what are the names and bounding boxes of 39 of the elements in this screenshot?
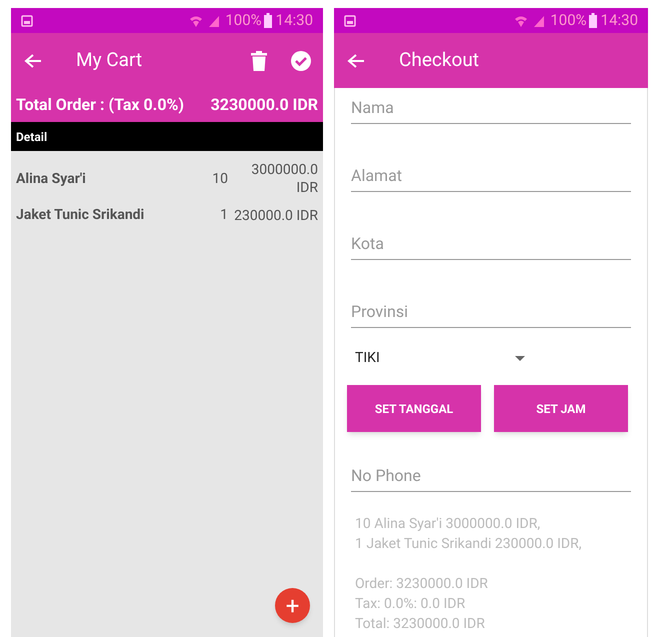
- item-name: Jaket Tunic Srikandi: [16, 206, 146, 225]
- total-label: Total Order : (Tax 0.0%): [16, 94, 184, 116]
- dropdown-caret-icon: [515, 356, 525, 361]
- courier-dropdown[interactable]: TIKI: [351, 348, 525, 369]
- input-field[interactable]: Kota: [351, 232, 631, 260]
- item-quantity: 10: [211, 170, 228, 188]
- set-button[interactable]: SET JAM: [494, 385, 628, 432]
- input-field[interactable]: No Phone: [351, 464, 631, 492]
- battery-text: 100%: [550, 10, 587, 32]
- order-summary-text: 10 Alina Syar'i 3000000.0 IDR, 1 Jaket Tunic Srikandi 230000.0 IDR,: [355, 515, 582, 554]
- input-field[interactable]: Nama: [351, 96, 631, 124]
- input-field[interactable]: Provinsi: [351, 300, 631, 328]
- battery-text: 100%: [225, 10, 262, 32]
- item-price: 3000000.0 IDR: [250, 161, 318, 197]
- image-icon: [21, 14, 33, 26]
- add-button[interactable]: +: [275, 588, 310, 623]
- back-arrow-icon[interactable]: [24, 52, 42, 68]
- signal-icon: [207, 14, 222, 28]
- total-value: 3230000.0 IDR: [210, 94, 318, 116]
- clock-text: 14:30: [276, 10, 313, 32]
- back-arrow-icon[interactable]: [347, 52, 365, 68]
- image-icon: [344, 14, 356, 26]
- item-name: Alina Syar'i: [16, 170, 87, 188]
- screen-title: My Cart: [76, 47, 144, 74]
- battery-icon: [264, 13, 272, 28]
- section-header: Detail: [11, 122, 323, 151]
- input-field[interactable]: Alamat: [351, 164, 631, 192]
- battery-icon: [588, 13, 597, 28]
- set-button[interactable]: SET TANGGAL: [347, 385, 481, 432]
- signal-icon: [532, 14, 546, 28]
- screen-title: Checkout: [399, 47, 480, 74]
- clock-text: 14:30: [600, 10, 638, 32]
- trash-icon[interactable]: [251, 50, 267, 70]
- order-summary-text: Order: 3230000.0 IDR Tax: 0.0%: 0.0 IDR Total: 3230000.0 IDR: [355, 575, 489, 634]
- check-circle-icon[interactable]: [291, 50, 311, 70]
- item-price: 230000.0 IDR: [233, 206, 318, 224]
- wifi-icon: [514, 14, 528, 28]
- item-quantity: 1: [219, 206, 228, 225]
- wifi-icon: [189, 14, 204, 28]
